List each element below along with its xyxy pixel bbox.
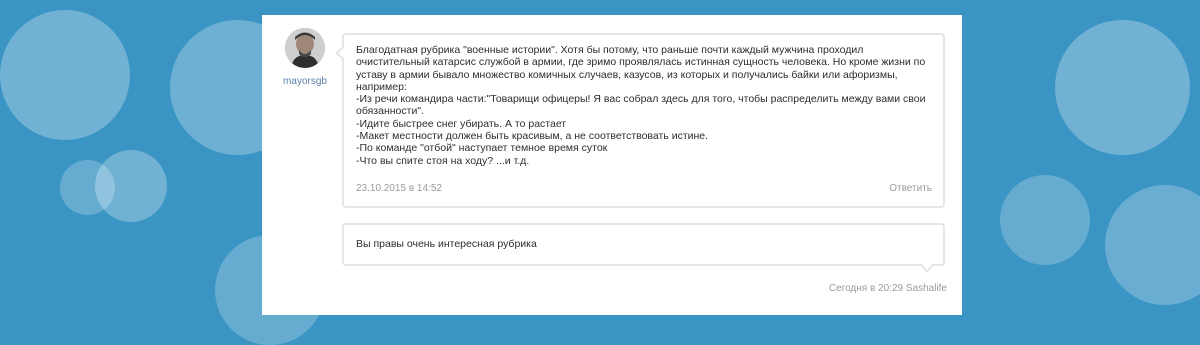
reply-card: Вы правы очень интересная рубрика: [342, 223, 945, 273]
avatar-photo-icon: [285, 28, 325, 68]
comment-line: -Из речи командира части:"Товарищи офице…: [356, 93, 926, 106]
decorative-circle: [1055, 20, 1190, 155]
comment-line: очистительный катарсис службой в армии, …: [356, 56, 926, 69]
reply-pointer-fill: [921, 263, 933, 270]
decorative-circle: [0, 10, 130, 140]
comment-author[interactable]: mayorsgb: [275, 76, 335, 87]
reply-link[interactable]: Ответить: [889, 183, 932, 194]
comment-line: -Идите быстрее снег убирать. А то растае…: [356, 117, 567, 130]
decorative-circle: [1105, 185, 1200, 305]
comment-card: Благодатная рубрика "военные истории". Х…: [335, 33, 945, 208]
comment-line: Благодатная рубрика "военные истории". Х…: [356, 44, 864, 56]
comment-date: 23.10.2015 в 14:52: [356, 183, 442, 194]
comment-line: обязанности".: [356, 105, 424, 118]
comment-line: -По команде "отбой" наступает темное вре…: [356, 142, 608, 155]
avatar[interactable]: [285, 28, 325, 68]
decorative-circle: [60, 160, 115, 215]
comment-line: например:: [356, 80, 407, 93]
decorative-circle: [1000, 175, 1090, 265]
reply-meta: Сегодня в 20:29 Sashalife: [828, 283, 947, 294]
comment-pointer-fill: [338, 47, 345, 59]
comment-line: -Что вы спите стоя на ходу? ...и т.д.: [356, 154, 530, 167]
comment-body: Благодатная рубрика "военные истории". Х…: [356, 44, 936, 167]
comment-line: уставу в армии бывало множество комичных…: [356, 68, 898, 81]
comment-line: -Макет местности должен быть красивым, а…: [356, 130, 709, 143]
reply-body: Вы правы очень интересная рубрика: [356, 238, 537, 250]
